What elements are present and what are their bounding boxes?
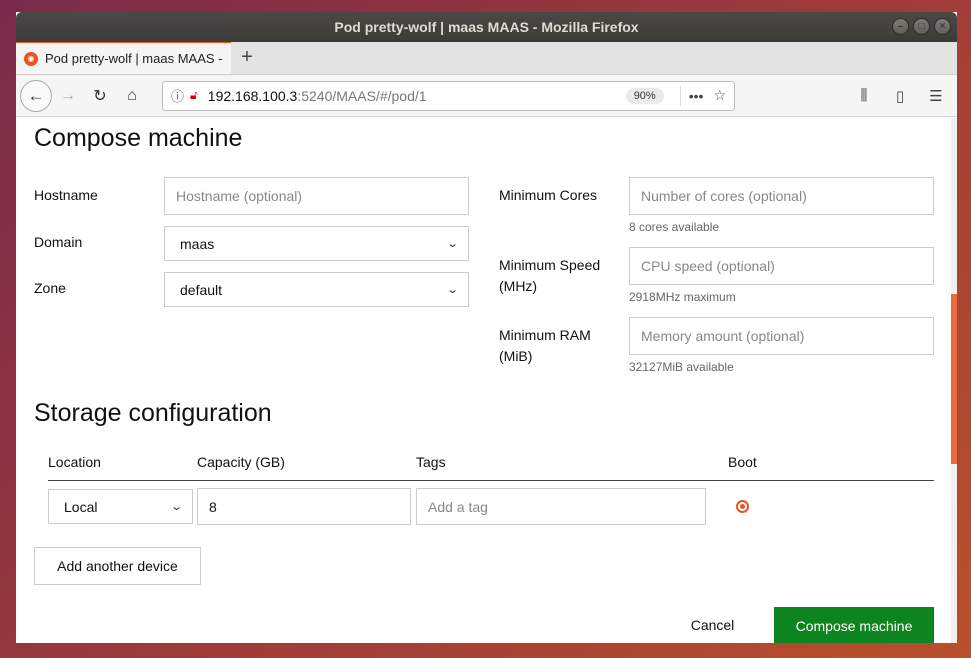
tab-active[interactable]: ◉ Pod pretty-wolf | maas MAAS - Mozilla … [16,41,231,74]
cores-help: 8 cores available [629,220,720,234]
browser-window: Pod pretty-wolf | maas MAAS - Mozilla Fi… [16,12,957,643]
ram-label: Minimum RAM (MiB) [499,327,591,364]
compose-title: Compose machine [34,124,243,152]
cores-label: Minimum Cores [499,187,598,203]
chevron-down-icon: ⌄ [169,501,183,513]
library-icon[interactable]: ⫼ [851,83,877,109]
title-bar: Pod pretty-wolf | maas MAAS - Mozilla Fi… [16,12,957,42]
hostname-input[interactable]: Hostname (optional) [164,177,469,215]
ram-input[interactable]: Memory amount (optional) [629,317,934,355]
page-actions-icon[interactable]: ••• [689,88,704,104]
url-path: :5240/MAAS/#/pod/1 [297,87,427,104]
storage-title: Storage configuration [34,399,272,427]
col-boot: Boot [728,454,757,470]
chevron-down-icon: ⌄ [445,284,459,296]
ram-help: 32127MiB available [629,360,734,374]
tags-input[interactable]: Add a tag [416,488,706,525]
back-icon[interactable]: ← [20,79,52,112]
capacity-input[interactable]: 8 [197,488,411,525]
chevron-down-icon: ⌄ [445,238,459,250]
home-icon[interactable]: ⌂ [116,80,148,112]
window-title: Pod pretty-wolf | maas MAAS - Mozilla Fi… [334,19,639,35]
hostname-label: Hostname [34,187,98,203]
info-icon[interactable]: ⓘ [171,86,184,105]
minimize-icon[interactable]: – [892,18,909,35]
nav-bar: ← → ↻ ⌂ ⓘ 🔓︎ 192.168.100.3 :5240/MAAS/#/… [16,75,957,117]
close-icon[interactable]: × [934,18,951,35]
maximize-icon[interactable]: □ [913,18,930,35]
boot-radio[interactable] [736,500,749,513]
add-device-button[interactable]: Add another device [34,547,201,585]
speed-label: Minimum Speed (MHz) [499,257,601,294]
location-select[interactable]: Local ⌄ [48,489,193,524]
speed-help: 2918MHz maximum [629,290,736,304]
window-controls: – □ × [892,18,951,35]
new-tab-icon[interactable]: + [231,41,263,74]
cores-input[interactable]: Number of cores (optional) [629,177,934,215]
domain-select[interactable]: maas ⌄ [164,226,469,261]
zone-label: Zone [34,280,66,296]
reload-icon[interactable]: ↻ [84,80,116,112]
url-bar[interactable]: ⓘ 🔓︎ 192.168.100.3 :5240/MAAS/#/pod/1 90… [162,80,735,111]
zoom-badge[interactable]: 90% [625,87,664,104]
cancel-button[interactable]: Cancel [676,607,749,643]
insecure-lock-icon[interactable]: 🔓︎ [190,88,198,103]
col-location: Location [48,454,101,470]
ubuntu-favicon-icon: ◉ [24,51,38,66]
bookmark-star-icon[interactable]: ☆ [713,87,726,104]
tab-label: Pod pretty-wolf | maas MAAS - Mozilla Fi… [45,51,223,66]
forward-icon[interactable]: → [52,80,84,112]
page-content: Compose machine Hostname Hostname (optio… [16,118,957,643]
zone-select[interactable]: default ⌄ [164,272,469,307]
menu-icon[interactable]: ☰ [923,83,949,109]
compose-machine-button[interactable]: Compose machine [774,607,934,643]
scrollbar-thumb[interactable] [951,294,957,464]
sidebar-icon[interactable]: ▯ [887,83,913,109]
col-tags: Tags [416,454,446,470]
col-capacity: Capacity (GB) [197,454,285,470]
url-host: 192.168.100.3 [207,87,298,104]
speed-input[interactable]: CPU speed (optional) [629,247,934,285]
domain-label: Domain [34,234,83,250]
tab-bar: ◉ Pod pretty-wolf | maas MAAS - Mozilla … [16,41,957,75]
table-header-divider [48,480,934,481]
